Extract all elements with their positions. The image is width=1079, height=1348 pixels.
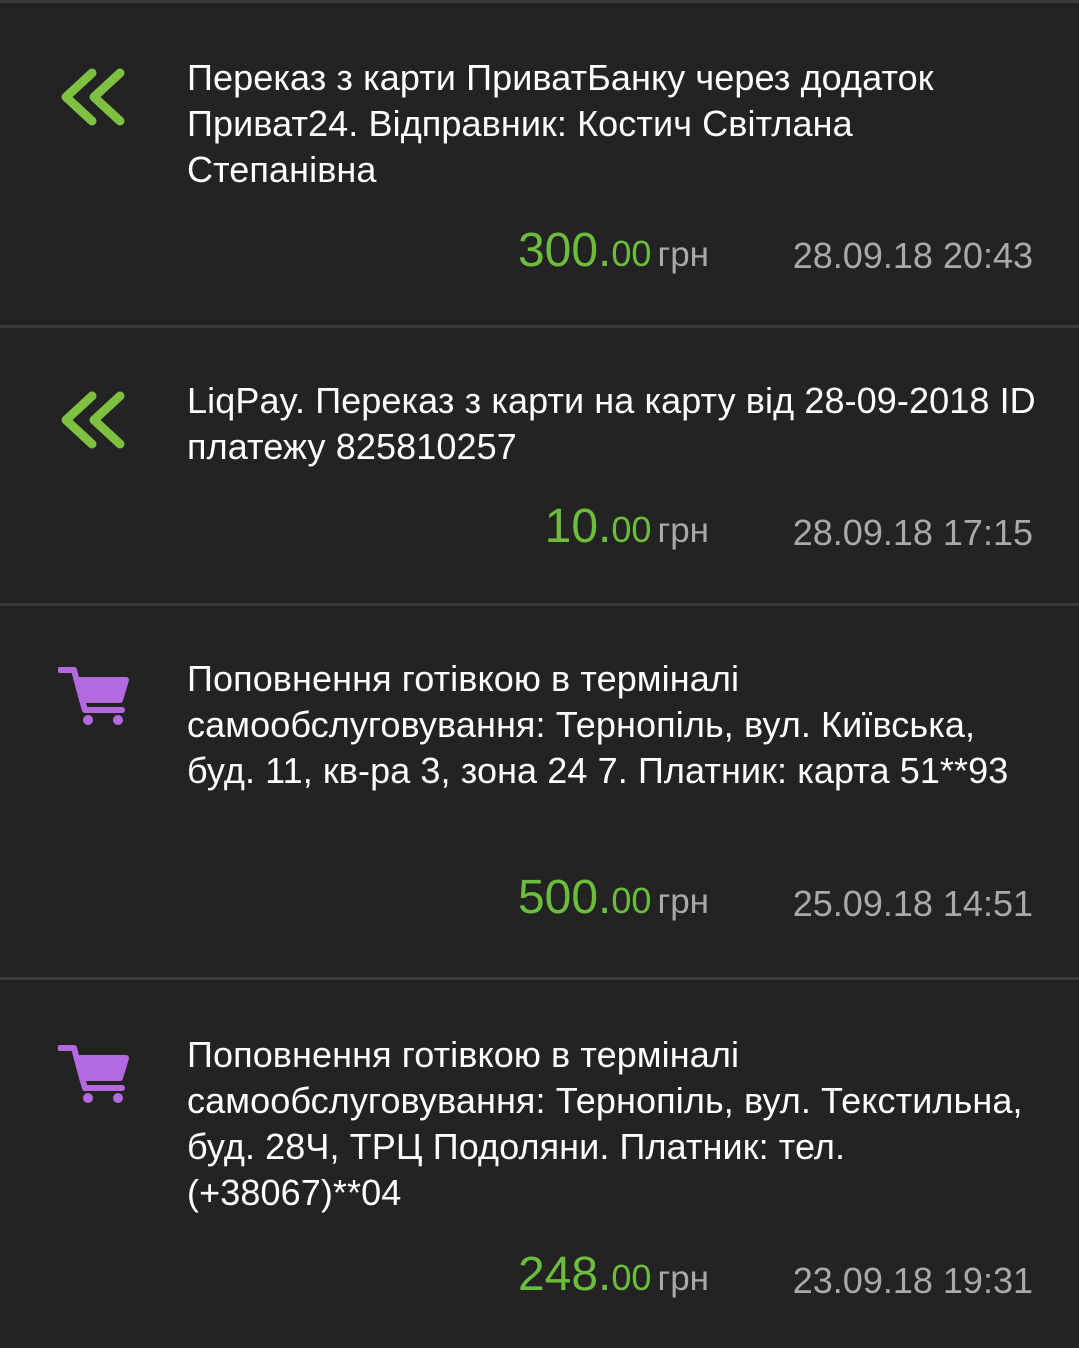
amount-decimal: 00 — [611, 880, 652, 921]
transaction-datetime: 28.09.18 20:43 — [792, 235, 1033, 276]
amount-currency: грн — [657, 235, 709, 274]
amount-decimal: 00 — [611, 1257, 652, 1298]
transaction-description: Поповнення готівкою в терміналі самообсл… — [187, 1034, 1023, 1213]
amount-decimal: 00 — [611, 233, 652, 274]
amount-integer: 300. — [517, 224, 612, 277]
amount-integer: 500. — [517, 871, 612, 924]
amount-decimal: 00 — [611, 509, 652, 550]
transaction-item[interactable]: Поповнення готівкою в терміналі самообсл… — [0, 980, 1079, 1348]
transaction-amount: 10.00 грн — [545, 499, 709, 554]
transaction-datetime: 25.09.18 14:51 — [792, 883, 1033, 924]
transaction-datetime: 23.09.18 19:31 — [792, 1260, 1033, 1301]
shopping-cart-icon — [58, 667, 129, 725]
double-chevron-left-icon — [61, 68, 125, 126]
amount-currency: грн — [657, 511, 709, 550]
transaction-datetime: 28.09.18 17:15 — [792, 512, 1033, 553]
amount-currency: грн — [657, 1259, 709, 1298]
transaction-description: Переказ з карти ПриватБанку через додато… — [187, 57, 934, 190]
transaction-item[interactable]: LiqPay. Переказ з карти на карту від 28-… — [0, 328, 1079, 603]
transaction-item[interactable]: Поповнення готівкою в терміналі самообсл… — [0, 606, 1079, 977]
transaction-item[interactable]: Переказ з карти ПриватБанку через додато… — [0, 3, 1079, 325]
double-chevron-left-icon — [61, 391, 125, 449]
amount-currency: грн — [657, 882, 709, 921]
transaction-description: LiqPay. Переказ з карти на карту від 28-… — [187, 380, 1036, 467]
amount-integer: 248. — [517, 1248, 612, 1301]
transaction-amount: 248.00 грн — [518, 1247, 709, 1302]
shopping-cart-icon — [58, 1045, 129, 1103]
transaction-amount: 500.00 грн — [518, 870, 709, 925]
transaction-amount: 300.00 грн — [518, 223, 709, 278]
transaction-description: Поповнення готівкою в терміналі самообсл… — [187, 658, 1009, 791]
amount-integer: 10. — [544, 500, 612, 553]
